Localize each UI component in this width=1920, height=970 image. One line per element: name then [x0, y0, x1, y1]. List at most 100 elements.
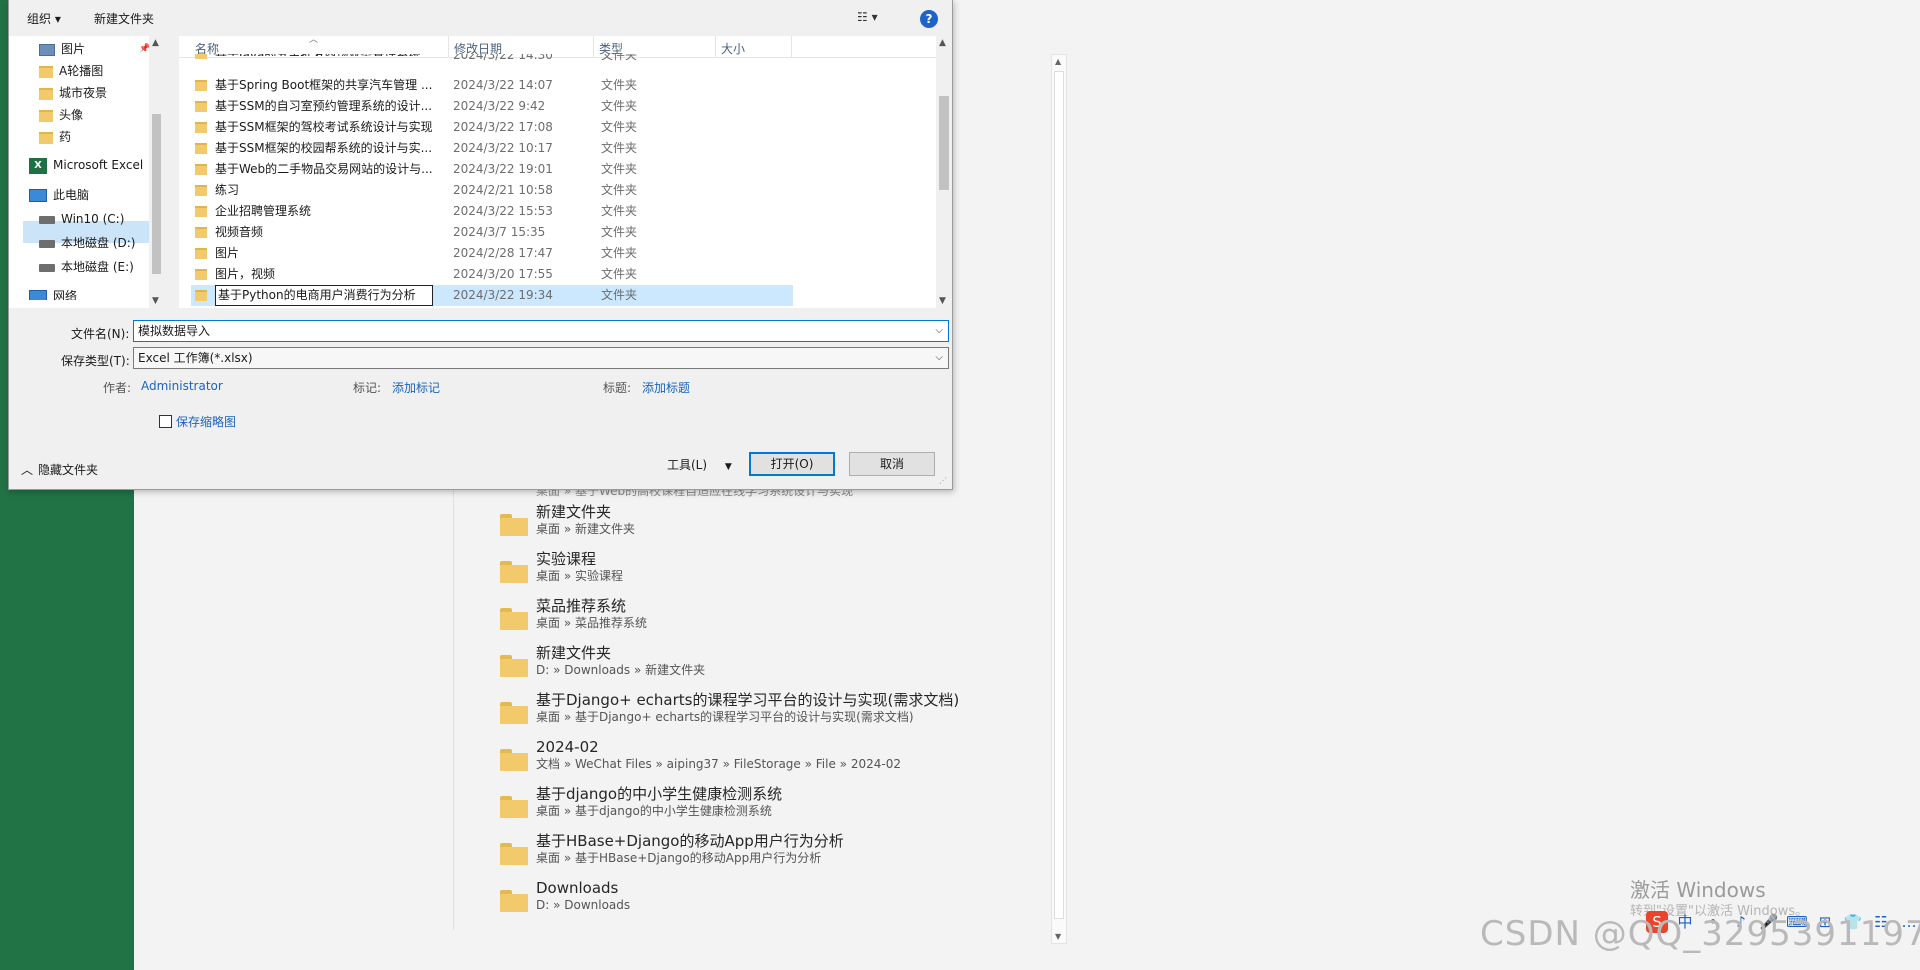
open-button[interactable]: 打开(O) — [749, 452, 835, 476]
recent-folder-name: 菜品推荐系统 — [536, 597, 627, 615]
view-options-button[interactable]: ☷ ▾ — [857, 10, 878, 24]
folder-icon — [195, 101, 207, 112]
scroll-down-arrow[interactable]: ▼ — [152, 296, 159, 306]
save-thumbnail-checkbox[interactable] — [159, 415, 172, 428]
folder-icon — [195, 164, 207, 175]
scroll-down-arrow[interactable]: ▼ — [939, 296, 946, 306]
file-date: 2024/2/28 17:47 — [453, 246, 553, 260]
file-name: 基于SSM框架的校园帮系统的设计与实... — [215, 141, 433, 155]
csdn-watermark: CSDN @QQ_3295391197 — [1480, 914, 1920, 954]
filename-value: 模拟数据导入 — [138, 324, 211, 338]
filetype-select[interactable]: Excel 工作簿(*.xlsx) ⌵ — [133, 347, 949, 369]
file-type: 文件夹 — [601, 120, 638, 134]
add-tags-link[interactable]: 添加标记 — [392, 379, 440, 396]
nav-item[interactable]: 药 — [39, 126, 71, 148]
help-icon[interactable]: ? — [920, 10, 938, 28]
scroll-up-arrow[interactable]: ▲ — [152, 38, 159, 48]
nav-item[interactable]: 本地磁盘 (D:) — [39, 232, 135, 254]
file-row[interactable]: 企业招聘管理系统 2024/3/22 15:53 文件夹 — [191, 201, 793, 222]
nav-item[interactable]: A轮播图 — [39, 60, 103, 82]
folder-icon — [500, 514, 528, 536]
folder-icon — [500, 749, 528, 771]
scroll-up-arrow[interactable]: ▲ — [1055, 57, 1061, 66]
scroll-down-arrow[interactable]: ▼ — [1055, 932, 1061, 941]
nav-item[interactable]: 头像 — [39, 104, 83, 126]
recent-folder-path: 桌面 » 实验课程 — [536, 569, 623, 583]
nav-item[interactable]: 本地磁盘 (E:) — [39, 256, 134, 278]
organize-button[interactable]: 组织 ▾ — [27, 10, 61, 27]
file-row[interactable]: 基于SSM的自习室预约管理系统的设计... 2024/3/22 9:42 文件夹 — [191, 96, 793, 117]
file-date: 2024/3/22 19:01 — [453, 162, 553, 176]
file-name: 企业招聘管理系统 — [215, 204, 312, 218]
file-row[interactable]: 基于Java的五金批发商场业务管理系统 2024/3/22 14:30 文件夹 — [191, 54, 793, 64]
file-type: 文件夹 — [601, 141, 638, 155]
recent-folder-item[interactable]: 基于Django+ echarts的课程学习平台的设计与实现(需求文档) 桌面 »… — [494, 690, 1054, 737]
add-title-link[interactable]: 添加标题 — [642, 379, 690, 396]
navigation-pane: 图片 📌 A轮播图城市夜景头像药 X Microsoft Excel 此电脑 Win10 (… — [9, 36, 164, 308]
nav-item[interactable]: 图片 📌 — [39, 38, 150, 60]
file-row[interactable]: 基于Spring Boot框架的共享汽车管理 ... 2024/3/22 14:0… — [191, 75, 793, 96]
file-row[interactable]: 基于Web的二手物品交易网站的设计与... 2024/3/22 19:01 文件夹 — [191, 159, 793, 180]
recent-folder-item[interactable]: 新建文件夹 桌面 » 新建文件夹 — [494, 502, 1054, 549]
nav-item-label: 此电脑 — [53, 188, 90, 202]
file-row[interactable]: 练习 2024/2/21 10:58 文件夹 — [191, 180, 793, 201]
recent-folder-item[interactable]: 实验课程 桌面 » 实验课程 — [494, 549, 1054, 596]
recent-folder-item[interactable]: 2024-02 文档 » WeChat Files » aiping37 » Fi… — [494, 737, 1054, 784]
recent-folder-name: 实验课程 — [536, 550, 597, 568]
file-date: 2024/3/22 19:34 — [453, 288, 553, 302]
file-row[interactable]: 视频音频 2024/3/7 15:35 文件夹 — [191, 222, 793, 243]
chevron-down-icon[interactable]: ⌵ — [935, 348, 943, 368]
recent-folder-item[interactable]: 菜品推荐系统 桌面 » 菜品推荐系统 — [494, 596, 1054, 643]
file-name: 基于SSM框架的驾校考试系统设计与实现 — [215, 120, 433, 134]
recent-folder-item[interactable]: 基于HBase+Django的移动App用户行为分析 桌面 » 基于HBase+D… — [494, 831, 1054, 878]
nav-scrollbar[interactable]: ▲ ▼ — [149, 36, 164, 308]
nav-item-label: 药 — [59, 130, 72, 144]
recent-folder-path: 文档 » WeChat Files » aiping37 » FileStora… — [536, 757, 901, 771]
recent-folder-item[interactable]: Downloads D: » Downloads — [494, 878, 1054, 925]
nav-item[interactable]: Win10 (C:) — [39, 208, 124, 230]
recent-folder-name: 基于django的中小学生健康检测系统 — [536, 785, 783, 803]
file-list-scrollbar[interactable]: ▲ ▼ — [936, 36, 952, 308]
cancel-button[interactable]: 取消 — [849, 452, 935, 476]
file-date: 2024/3/22 17:08 — [453, 120, 553, 134]
scrollbar-thumb[interactable] — [1054, 71, 1064, 919]
scrollbar-thumb[interactable] — [152, 114, 161, 274]
nav-item-label: 城市夜景 — [59, 86, 108, 100]
file-row[interactable]: 图片，视频 2024/3/20 17:55 文件夹 — [191, 264, 793, 285]
nav-item[interactable]: 网络 — [29, 290, 77, 300]
file-list: ︿ 名称 修改日期 类型 大小 基于Java的五金批发商场业务管理系统2024/… — [179, 35, 952, 308]
new-folder-button[interactable]: 新建文件夹 — [94, 10, 154, 27]
nav-item-label: 图片 — [61, 42, 86, 56]
scrollbar-thumb[interactable] — [939, 96, 949, 190]
nav-item[interactable]: 城市夜景 — [39, 82, 107, 104]
file-type: 文件夹 — [601, 288, 638, 302]
nav-item[interactable]: 此电脑 — [29, 184, 89, 206]
file-row[interactable]: 基于SSM框架的驾校考试系统设计与实现 2024/3/22 17:08 文件夹 — [191, 117, 793, 138]
recent-folder-item[interactable]: 基于django的中小学生健康检测系统 桌面 » 基于django的中小学生健康检… — [494, 784, 1054, 831]
file-name[interactable]: 基于Python的电商用户消费行为分析 — [215, 285, 433, 306]
nav-item-label: 本地磁盘 (D:) — [61, 236, 136, 250]
recent-folder-item[interactable]: 新建文件夹 D: » Downloads » 新建文件夹 — [494, 643, 1054, 690]
file-type: 文件夹 — [601, 267, 638, 281]
file-row[interactable]: 图片 2024/2/28 17:47 文件夹 — [191, 243, 793, 264]
file-row[interactable]: 基于SSM框架的校园帮系统的设计与实... 2024/3/22 10:17 文件夹 — [191, 138, 793, 159]
chevron-down-icon[interactable]: ⌵ — [935, 321, 943, 341]
scroll-up-arrow[interactable]: ▲ — [939, 38, 946, 48]
folder-icon — [39, 109, 53, 122]
tools-label: 工具(L) — [667, 458, 708, 472]
folder-icon — [195, 248, 207, 259]
backstage-scrollbar[interactable]: ▲ ▼ — [1051, 54, 1067, 944]
nav-item-label: 网络 — [53, 290, 78, 300]
filename-input[interactable]: 模拟数据导入 ⌵ — [133, 320, 949, 342]
recent-folder-path: D: » Downloads » 新建文件夹 — [536, 663, 706, 677]
file-type: 文件夹 — [601, 225, 638, 239]
tools-button[interactable]: 工具(L) ▼ — [667, 456, 732, 473]
author-value[interactable]: Administrator — [141, 379, 223, 393]
save-thumbnail-label[interactable]: 保存缩略图 — [176, 413, 236, 430]
hide-folders-button[interactable]: ︿ 隐藏文件夹 — [21, 461, 98, 478]
nav-item[interactable]: X Microsoft Excel — [29, 154, 143, 176]
file-row[interactable]: 基于Python的电商用户消费行为分析 2024/3/22 19:34 文件夹 — [191, 285, 793, 306]
folder-icon — [39, 65, 53, 78]
resize-grip-icon[interactable]: ⋰ — [939, 476, 947, 485]
dialog-toolbar: 组织 ▾ 新建文件夹 ☷ ▾ ? — [9, 0, 952, 36]
